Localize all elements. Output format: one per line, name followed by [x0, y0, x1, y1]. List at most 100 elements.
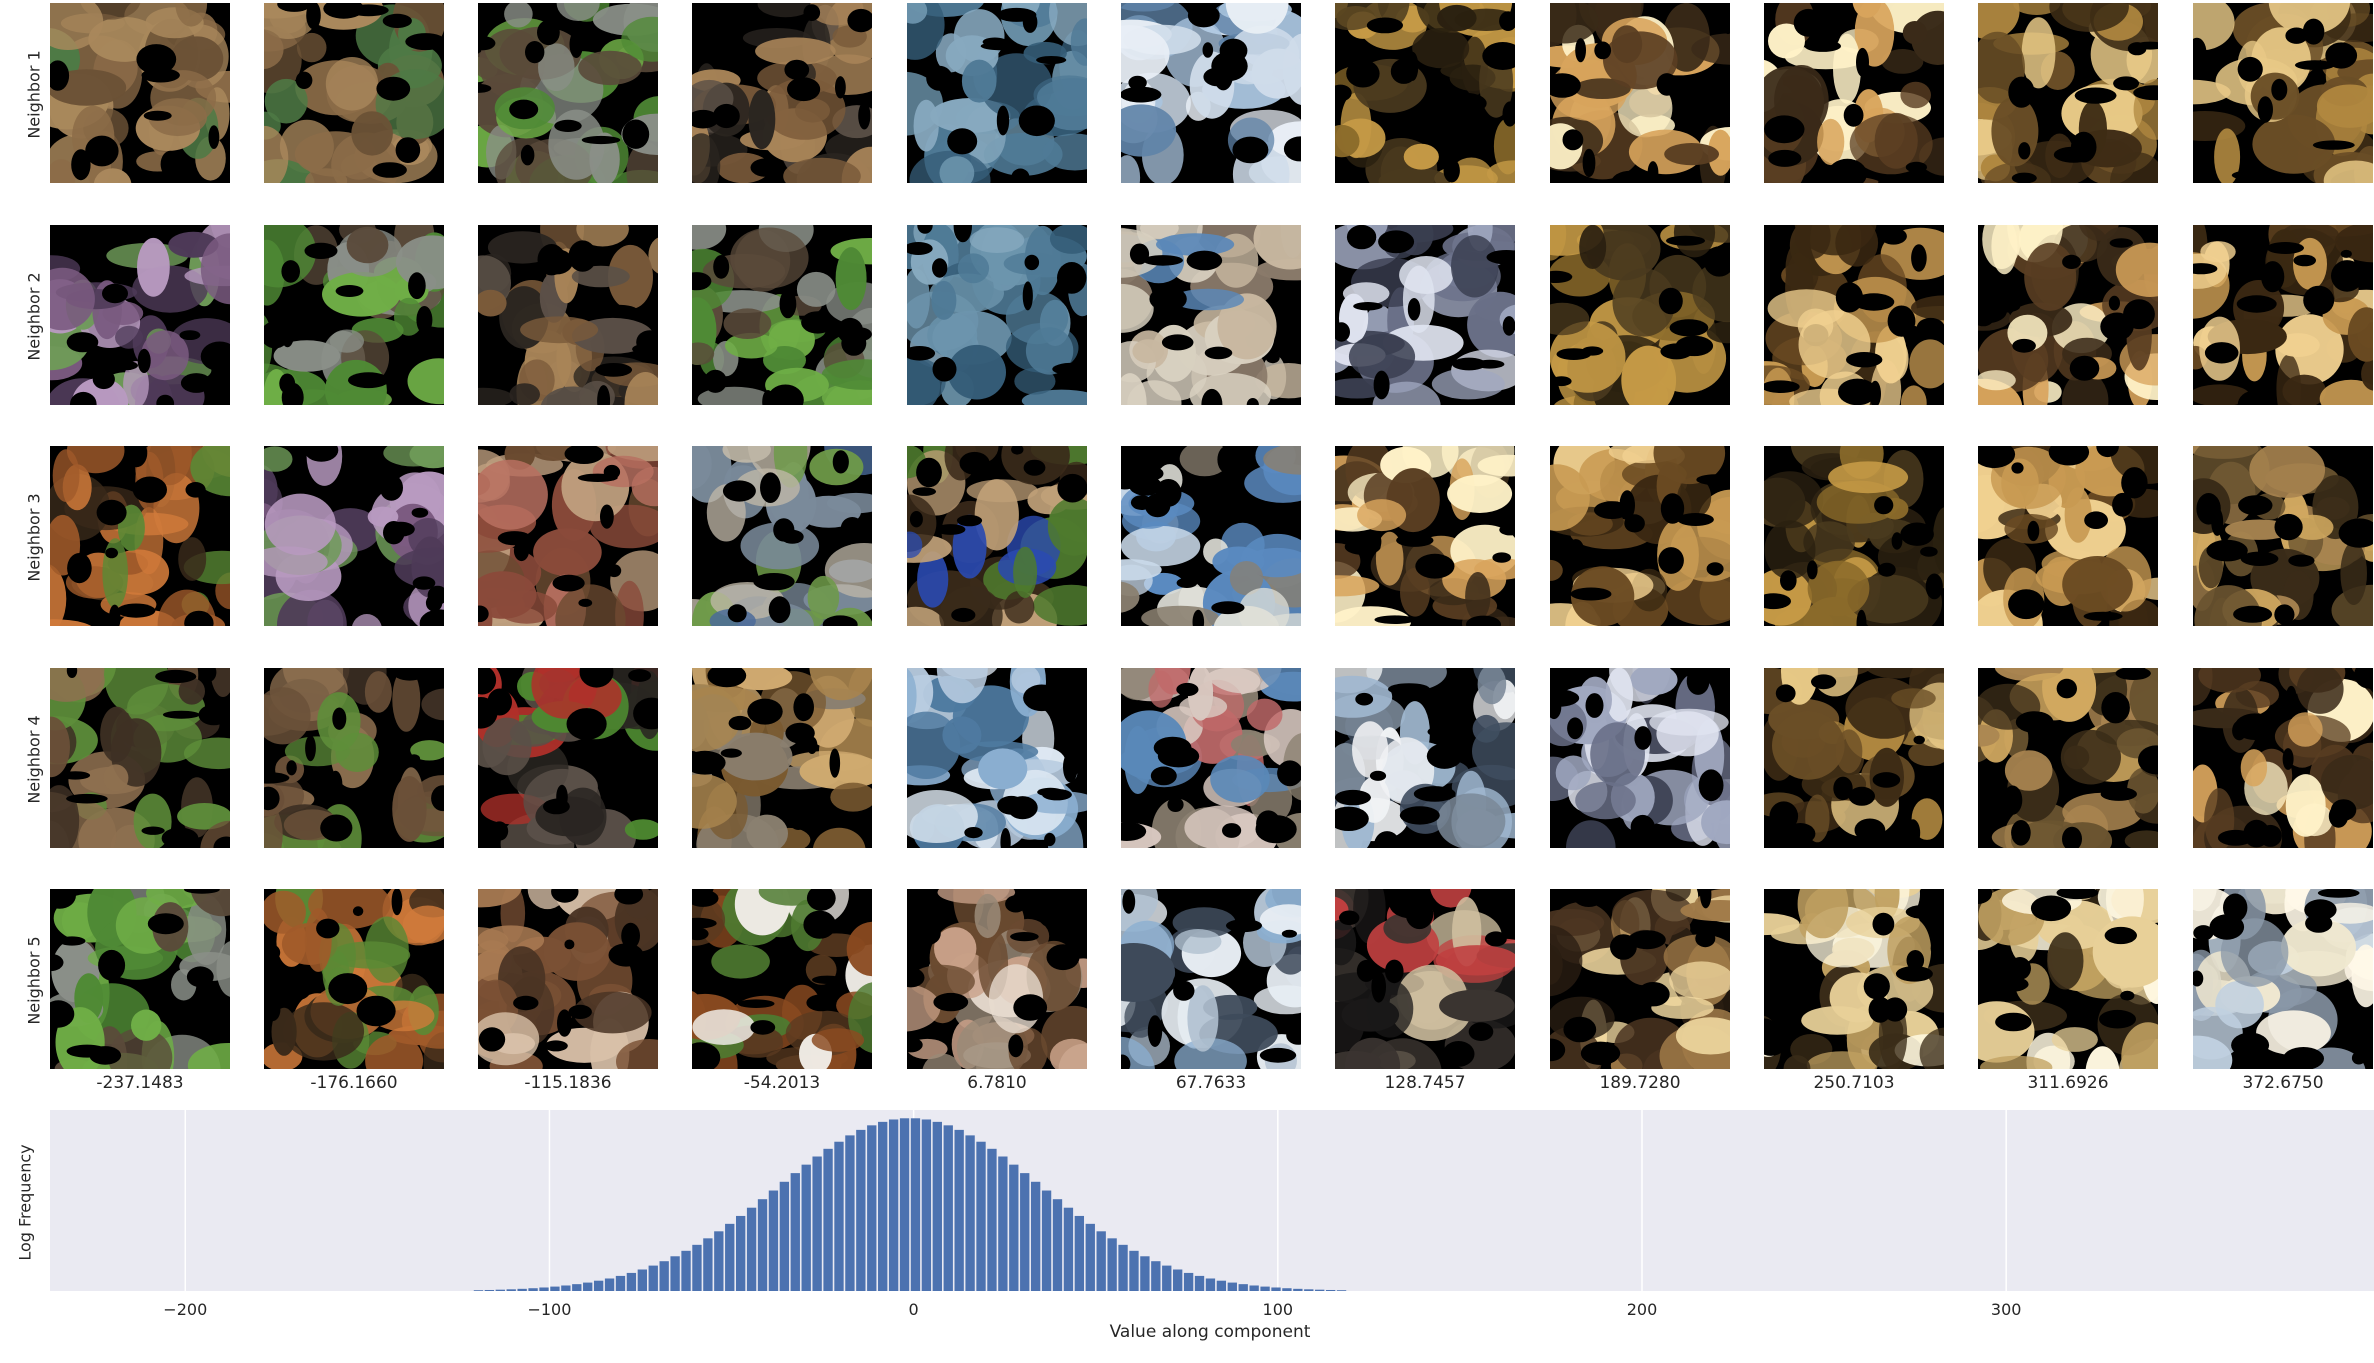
histogram-bar	[1162, 1265, 1172, 1291]
candles-many-image	[1550, 446, 1730, 626]
city-waterfront-image	[1335, 668, 1515, 848]
histogram-bar	[539, 1287, 549, 1291]
castle-night-image	[2193, 446, 2373, 626]
neighbor-thumbnail	[1335, 889, 1515, 1069]
neighbor-thumbnail	[692, 668, 872, 848]
church-night-image	[1335, 3, 1515, 183]
column-value-label: -54.2013	[743, 1073, 821, 1093]
water-image	[907, 225, 1087, 405]
x-axis-label: Value along component	[1109, 1322, 1311, 1342]
neighbor-thumbnail	[1764, 446, 1944, 626]
histogram-bar	[943, 1125, 953, 1291]
neighbor-thumbnail	[1978, 446, 2158, 626]
histogram-bar	[506, 1289, 516, 1291]
column-value-label: 67.7633	[1175, 1073, 1247, 1093]
histogram-bar	[845, 1135, 855, 1291]
histogram-bar	[910, 1118, 921, 1291]
histogram-bar	[1227, 1282, 1237, 1291]
row-label-text: Neighbor 5	[24, 935, 44, 1025]
histogram-bar	[1118, 1244, 1128, 1291]
column-value-label: 311.6926	[2027, 1073, 2109, 1093]
neighbor-thumbnail	[478, 3, 658, 183]
church-night-image	[1764, 446, 1944, 626]
histogram-bar	[779, 1181, 790, 1291]
histogram-bar	[976, 1141, 986, 1291]
neighbor-thumbnail	[1764, 668, 1944, 848]
neighbor-thumbnail	[692, 225, 872, 405]
histogram-bar	[932, 1121, 942, 1291]
histogram-bar	[1282, 1288, 1292, 1291]
dog-on-grass-image	[478, 3, 658, 183]
bright-light-image	[1764, 889, 1944, 1069]
neighbor-thumbnail	[1335, 668, 1515, 848]
candle-flame-image	[1550, 889, 1730, 1069]
light-glow-image	[2193, 3, 2373, 183]
dog-brown-fluffy-image	[50, 3, 230, 183]
column-value-label: -115.1836	[524, 1073, 612, 1093]
histogram-bar	[1041, 1190, 1052, 1291]
neighbor-thumbnail	[1121, 889, 1301, 1069]
histogram-bar	[1030, 1181, 1041, 1291]
dog-brown-on-grass-image	[264, 668, 444, 848]
mosque-night-image	[1335, 225, 1515, 405]
histogram-bar	[1140, 1256, 1150, 1291]
histogram-bar	[834, 1141, 844, 1291]
neighbor-thumbnail	[907, 668, 1087, 848]
histogram-bar	[899, 1118, 910, 1291]
neighbor-thumbnail	[1121, 225, 1301, 405]
neighbor-thumbnail	[1121, 446, 1301, 626]
sky-sea-image	[907, 668, 1087, 848]
neighbor-thumbnail	[907, 225, 1087, 405]
histogram-bar	[714, 1231, 724, 1291]
histogram-bar	[593, 1280, 604, 1291]
dog-by-brick-wall-image	[478, 446, 658, 626]
histogram-bar	[1173, 1269, 1183, 1291]
neighbor-thumbnail	[478, 446, 658, 626]
histogram-bar	[484, 1289, 495, 1291]
neighbor-thumbnail	[2193, 668, 2373, 848]
histogram-bar	[703, 1238, 713, 1291]
histogram-bar	[615, 1275, 626, 1291]
histogram-bar	[495, 1289, 505, 1291]
neighbor-thumbnail	[264, 3, 444, 183]
row-label-text: Neighbor 3	[24, 492, 44, 582]
histogram-bar	[954, 1129, 964, 1291]
histogram-bar	[1096, 1231, 1106, 1291]
row-label-text: Neighbor 1	[24, 49, 44, 139]
dogs-on-grass-image	[907, 446, 1087, 626]
row-label: Neighbor 1	[14, 3, 54, 185]
neighbor-thumbnail	[907, 3, 1087, 183]
histogram-bar	[867, 1125, 877, 1291]
neighbor-thumbnail	[50, 889, 230, 1069]
histogram-bar	[1325, 1289, 1336, 1291]
candle-image	[1550, 3, 1730, 183]
dog-merle-puppy-image	[692, 446, 872, 626]
town-street-image	[1121, 225, 1301, 405]
neighbor-thumbnail	[692, 446, 872, 626]
dog-golden-puppy-image	[692, 668, 872, 848]
histogram-chart: −200 −100 0 100 200 300	[50, 1110, 2374, 1319]
town-buildings-image	[1121, 668, 1301, 848]
castle-night-image	[1978, 668, 2158, 848]
column-value-label: 372.6750	[2242, 1073, 2324, 1093]
column-value-label: -176.1660	[310, 1073, 398, 1093]
column-value-label: 250.7103	[1813, 1073, 1895, 1093]
mosque-night-image	[1550, 668, 1730, 848]
neighbor-thumbnail	[1764, 889, 1944, 1069]
candle-image	[1764, 3, 1944, 183]
histogram-bar	[736, 1215, 746, 1291]
histogram-bar	[1009, 1164, 1019, 1291]
histogram-bar	[987, 1148, 997, 1291]
row-label-text: Neighbor 2	[24, 271, 44, 361]
histogram-bar	[604, 1278, 615, 1291]
histogram-bar	[888, 1119, 899, 1291]
bright-light-image	[1978, 889, 2158, 1069]
neighbor-thumbnail	[1550, 225, 1730, 405]
histogram-bar	[1293, 1288, 1303, 1291]
neighbor-thumbnail	[1764, 3, 1944, 183]
dog-black-tan-image	[478, 225, 658, 405]
dog-saint-bernard-puppy-image	[692, 889, 872, 1069]
sky-ruins-image	[1121, 446, 1301, 626]
neighbor-thumbnail	[1550, 3, 1730, 183]
neighbor-thumbnail	[1550, 668, 1730, 848]
